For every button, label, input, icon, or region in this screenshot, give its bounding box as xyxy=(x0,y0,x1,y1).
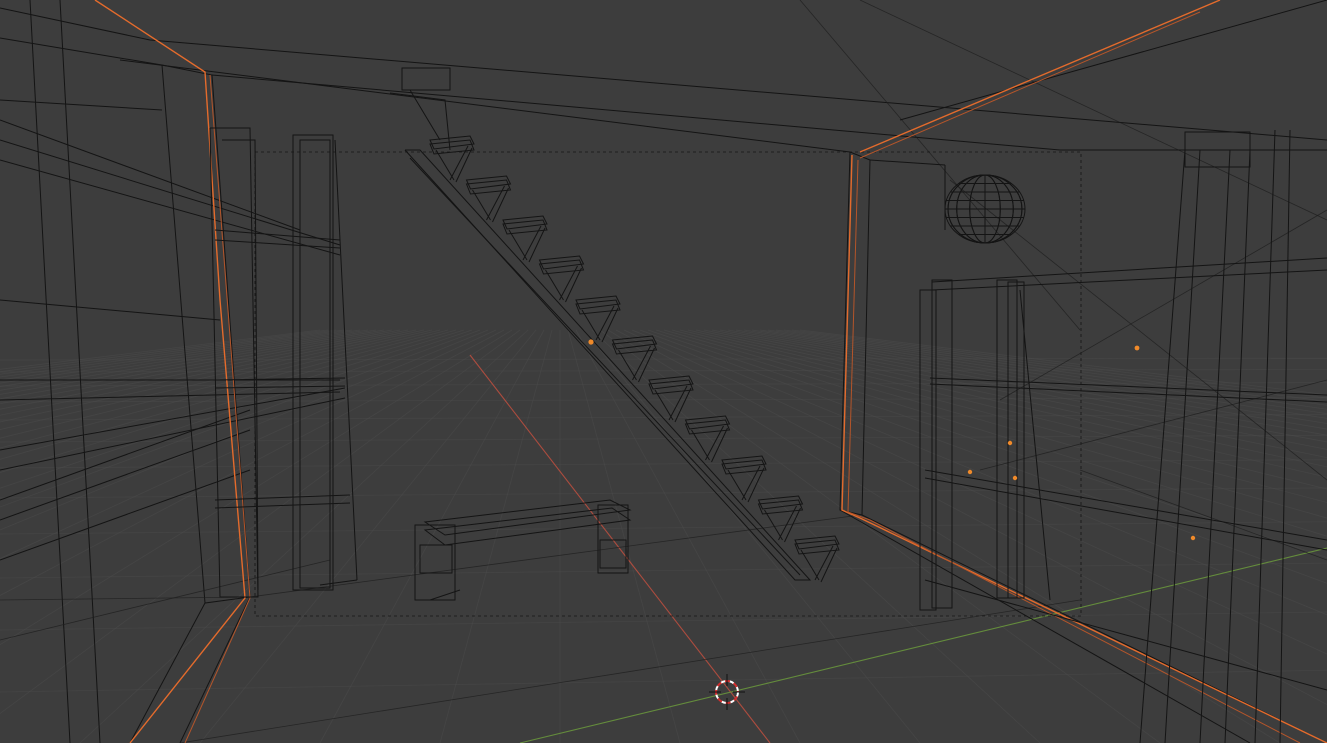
3d-cursor-icon[interactable] xyxy=(709,674,745,710)
origin-point xyxy=(1012,475,1018,481)
viewport-scene[interactable] xyxy=(0,0,1327,743)
wall-lamp-sphere[interactable] xyxy=(944,165,1026,244)
bench[interactable] xyxy=(414,499,632,601)
y-axis-line xyxy=(519,547,1327,743)
3d-viewport[interactable] xyxy=(0,0,1327,743)
origin-point xyxy=(1134,345,1140,351)
x-axis-line xyxy=(469,354,771,743)
origin-point xyxy=(967,469,973,475)
floor-grid xyxy=(0,329,1327,743)
origin-point xyxy=(1190,535,1196,541)
origin-point xyxy=(588,339,594,345)
origin-point xyxy=(1007,440,1013,446)
